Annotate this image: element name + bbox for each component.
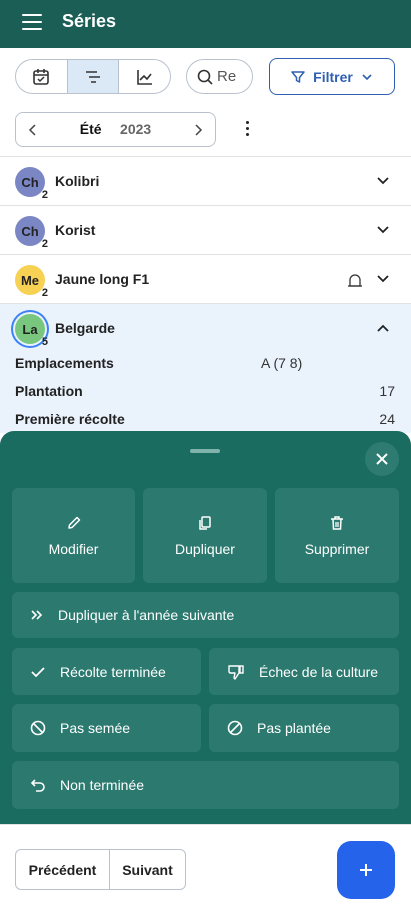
series-name: Kolibri xyxy=(55,173,100,189)
series-row[interactable]: Me 2 Jaune long F1 xyxy=(0,254,411,303)
series-count: 2 xyxy=(41,189,48,201)
pencil-icon xyxy=(67,516,80,529)
more-options-icon[interactable] xyxy=(246,121,250,139)
filter-label: Filtrer xyxy=(313,68,353,85)
chevron-left-icon[interactable] xyxy=(28,123,38,136)
list-sort-icon xyxy=(86,70,100,83)
series-count: 2 xyxy=(41,287,48,299)
crop-failure-label: Échec de la culture xyxy=(259,663,379,680)
detail-value: 17 xyxy=(379,383,395,399)
plus-icon xyxy=(360,864,372,876)
detail-label: Première récolte xyxy=(15,411,125,427)
avatar: Me 2 xyxy=(15,265,48,299)
harvest-done-label: Récolte terminée xyxy=(60,663,166,680)
pager: Précédent Suivant xyxy=(15,849,186,890)
next-button[interactable]: Suivant xyxy=(110,850,185,889)
filter-icon xyxy=(291,70,305,83)
season-label[interactable]: Été xyxy=(80,121,102,137)
add-button[interactable] xyxy=(337,841,395,899)
duplicate-button[interactable]: Dupliquer xyxy=(143,488,267,583)
duplicate-label: Dupliquer xyxy=(175,540,235,557)
page-title: Séries xyxy=(62,11,117,31)
chevron-down-icon[interactable] xyxy=(376,175,390,187)
detail-label: Plantation xyxy=(15,383,83,399)
close-icon xyxy=(376,453,388,465)
ban-icon xyxy=(30,720,46,736)
slash-circle-icon xyxy=(227,720,243,736)
detail-row: Emplacements A (7 8) xyxy=(15,355,395,371)
avatar: La 5 xyxy=(15,314,48,348)
chart-view-button[interactable] xyxy=(119,60,170,93)
not-finished-label: Non terminée xyxy=(60,777,145,793)
detail-label: Emplacements xyxy=(15,355,114,371)
close-button[interactable] xyxy=(365,442,399,476)
avatar: Ch 2 xyxy=(15,167,48,201)
chevron-down-icon xyxy=(362,73,372,80)
bottom-bar: Précédent Suivant xyxy=(0,824,411,911)
series-count: 5 xyxy=(41,336,48,348)
not-planted-button[interactable]: Pas plantée xyxy=(209,704,399,752)
detail-value: 24 xyxy=(379,411,395,427)
search-icon xyxy=(197,69,213,85)
calendar-view-button[interactable] xyxy=(16,60,68,93)
series-count: 2 xyxy=(41,238,48,250)
avatar-initials: Ch xyxy=(21,174,39,190)
previous-button[interactable]: Précédent xyxy=(16,850,110,889)
series-name: Jaune long F1 xyxy=(55,271,150,287)
check-icon xyxy=(31,666,45,677)
detail-value: A (7 8) xyxy=(261,355,303,371)
avatar-initials: Ch xyxy=(21,223,39,239)
series-row[interactable]: Ch 2 Kolibri xyxy=(0,156,411,205)
double-chevron-icon xyxy=(31,610,43,620)
avatar: Ch 2 xyxy=(15,216,48,250)
season-year[interactable]: 2023 xyxy=(120,121,151,137)
not-sown-button[interactable]: Pas semée xyxy=(12,704,201,752)
not-finished-button[interactable]: Non terminée xyxy=(12,761,399,809)
app-bar: Séries xyxy=(0,0,411,48)
edit-label: Modifier xyxy=(48,540,99,557)
detail-row: Plantation 17 xyxy=(15,383,395,399)
thumbs-down-icon xyxy=(228,664,244,680)
detail-row: Première récolte 24 xyxy=(15,411,395,427)
drag-handle[interactable] xyxy=(190,449,220,453)
chart-icon xyxy=(136,69,152,85)
delete-label: Supprimer xyxy=(304,540,370,557)
series-name: Korist xyxy=(55,222,96,238)
series-row[interactable]: Ch 2 Korist xyxy=(0,205,411,254)
not-sown-label: Pas semée xyxy=(60,720,131,736)
edit-button[interactable]: Modifier xyxy=(12,488,135,583)
chevron-right-icon[interactable] xyxy=(193,123,203,136)
chevron-down-icon[interactable] xyxy=(376,224,390,236)
undo-icon xyxy=(30,779,45,792)
duplicate-next-year-button[interactable]: Dupliquer à l'année suivante xyxy=(12,592,399,638)
harvest-done-button[interactable]: Récolte terminée xyxy=(12,648,201,695)
delete-button[interactable]: Supprimer xyxy=(275,488,399,583)
not-planted-label: Pas plantée xyxy=(257,720,331,736)
search-input[interactable]: Re xyxy=(186,59,253,94)
calendar-icon xyxy=(33,68,50,85)
search-placeholder: Re xyxy=(217,68,237,85)
trash-icon xyxy=(331,515,343,530)
series-name: Belgarde xyxy=(55,320,115,336)
chevron-up-icon[interactable] xyxy=(376,322,390,334)
view-toggle xyxy=(15,59,171,94)
filter-button[interactable]: Filtrer xyxy=(269,58,395,95)
copy-icon xyxy=(199,515,211,530)
season-selector: Été 2023 xyxy=(15,112,216,147)
series-row-expanded[interactable]: La 5 Belgarde Emplacements A (7 8) Plant… xyxy=(0,303,411,433)
bell-icon[interactable] xyxy=(346,271,364,289)
hamburger-icon[interactable] xyxy=(22,14,42,32)
duplicate-next-year-label: Dupliquer à l'année suivante xyxy=(58,607,235,623)
list-view-button[interactable] xyxy=(67,60,120,93)
avatar-initials: La xyxy=(22,321,38,337)
crop-failure-button[interactable]: Échec de la culture xyxy=(209,648,399,695)
chevron-down-icon[interactable] xyxy=(376,273,390,285)
avatar-initials: Me xyxy=(20,272,40,288)
